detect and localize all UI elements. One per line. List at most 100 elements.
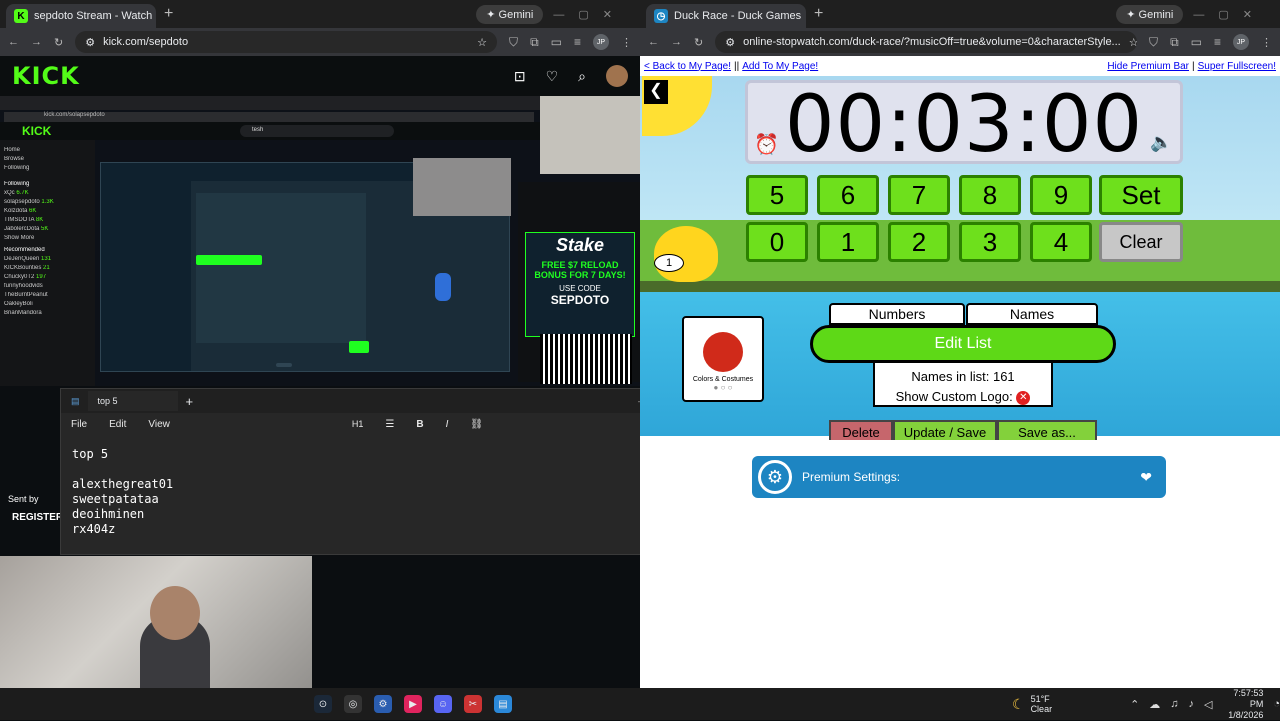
gemini-button[interactable]: ✦ Gemini bbox=[1116, 4, 1184, 24]
tab-search-icon[interactable]: ≡ bbox=[1214, 35, 1221, 50]
back-icon[interactable]: ← bbox=[648, 36, 659, 48]
set-button[interactable]: Set bbox=[1099, 175, 1183, 215]
reload-icon[interactable]: ↻ bbox=[694, 36, 703, 49]
profile-avatar[interactable]: JP bbox=[593, 34, 609, 50]
inner-url: kick.com/solapsepdoto bbox=[4, 112, 534, 122]
gemini-button[interactable]: ✦ Gemini bbox=[476, 4, 544, 24]
cast-icon[interactable]: ▭ bbox=[1191, 35, 1202, 50]
text-line: sweetpatataa bbox=[72, 492, 159, 506]
close-x-icon[interactable]: ✕ bbox=[1016, 390, 1031, 405]
chevron-down-icon[interactable]: ❤ bbox=[1140, 469, 1152, 486]
notepad-tab[interactable]: top 5 bbox=[87, 391, 178, 411]
key-2[interactable]: 2 bbox=[888, 222, 950, 262]
new-tab-button[interactable]: + bbox=[814, 5, 823, 23]
bold-icon[interactable]: B bbox=[416, 419, 423, 430]
following-item: solapsepdoto 1.3K bbox=[4, 199, 54, 205]
stake-car bbox=[435, 273, 451, 301]
reload-icon[interactable]: ↻ bbox=[54, 36, 63, 49]
speaker-icon[interactable]: ♪ bbox=[1189, 698, 1195, 711]
snipping-app-icon[interactable]: ✂ bbox=[464, 695, 482, 713]
key-6[interactable]: 6 bbox=[817, 175, 879, 215]
new-tab-button[interactable]: + bbox=[186, 394, 194, 409]
key-9[interactable]: 9 bbox=[1030, 175, 1092, 215]
back-icon[interactable]: ← bbox=[8, 36, 19, 48]
notifications-icon[interactable]: ◔ bbox=[1273, 698, 1280, 710]
steam-app-icon[interactable]: ⊙ bbox=[314, 695, 332, 713]
stream-video[interactable]: kick.com/solapsepdoto KICK tesh Home Bro… bbox=[0, 96, 640, 386]
menu-dots-icon[interactable]: ⋮ bbox=[1261, 36, 1272, 49]
tab-search-icon[interactable]: ≡ bbox=[574, 35, 581, 50]
forward-icon[interactable]: → bbox=[671, 36, 682, 48]
volume-icon[interactable]: ◁ bbox=[1204, 698, 1212, 711]
kick-logo[interactable]: KICK bbox=[12, 62, 80, 90]
colors-costumes-card[interactable]: Colors & Costumes ● ○ ○ bbox=[682, 316, 764, 402]
key-4[interactable]: 4 bbox=[1030, 222, 1092, 262]
site-info-icon: ⚙ bbox=[725, 36, 736, 49]
menu-edit[interactable]: Edit bbox=[109, 419, 126, 430]
address-bar[interactable]: ⚙ kick.com/sepdoto ☆ bbox=[75, 31, 498, 53]
forward-icon[interactable]: → bbox=[31, 36, 42, 48]
edit-list-button[interactable]: Edit List bbox=[810, 325, 1116, 363]
key-8[interactable]: 8 bbox=[959, 175, 1021, 215]
text-line: alexthegreat01 bbox=[72, 477, 174, 491]
tab-names[interactable]: Names bbox=[966, 303, 1098, 325]
premium-settings-bar[interactable]: ⚙ Premium Settings: ❤ bbox=[752, 456, 1166, 498]
cast-icon[interactable]: ▭ bbox=[551, 35, 562, 50]
window-controls[interactable]: —▢✕ bbox=[1193, 8, 1266, 21]
stake-ad-banner: Stake FREE $7 RELOAD BONUS FOR 7 DAYS! U… bbox=[525, 232, 635, 337]
super-fullscreen-link[interactable]: Super Fullscreen! bbox=[1198, 61, 1276, 72]
new-tab-button[interactable]: + bbox=[164, 5, 173, 23]
media-app-icon[interactable]: ▶ bbox=[404, 695, 422, 713]
italic-icon[interactable]: I bbox=[446, 419, 449, 430]
user-avatar[interactable] bbox=[606, 65, 628, 87]
heading-select[interactable]: H1 bbox=[352, 419, 364, 429]
key-7[interactable]: 7 bbox=[888, 175, 950, 215]
notepad-text-area[interactable]: top 5 alexthegreat01 sweetpatataa deoihm… bbox=[61, 435, 731, 537]
heart-icon[interactable]: ♡ bbox=[546, 68, 559, 85]
weather-widget[interactable]: ☾ 51°F Clear bbox=[1012, 694, 1052, 714]
clock[interactable]: 7:57:53 PM 1/8/2026 bbox=[1227, 688, 1263, 721]
tab-numbers[interactable]: Numbers bbox=[829, 303, 965, 325]
sound-icon[interactable]: 🔈 bbox=[1150, 132, 1172, 153]
search-icon[interactable]: ⌕ bbox=[578, 68, 586, 85]
menu-dots-icon[interactable]: ⋮ bbox=[621, 36, 632, 49]
notepad-app-icon[interactable]: ▤ bbox=[494, 695, 512, 713]
tray-chevron-icon[interactable]: ⌃ bbox=[1130, 698, 1139, 711]
link-icon[interactable]: ⛓ bbox=[470, 419, 483, 430]
hide-premium-bar-link[interactable]: Hide Premium Bar bbox=[1107, 61, 1189, 72]
add-to-my-page-link[interactable]: Add To My Page! bbox=[742, 61, 818, 72]
url-text: online-stopwatch.com/duck-race/?musicOff… bbox=[743, 36, 1121, 48]
list-icon[interactable]: ☰ bbox=[385, 419, 394, 430]
back-to-my-page-link[interactable]: < Back to My Page! bbox=[644, 61, 731, 72]
key-5[interactable]: 5 bbox=[746, 175, 808, 215]
url-text: kick.com/sepdoto bbox=[103, 36, 189, 48]
tab-kick-stream[interactable]: K sepdoto Stream - Watch Li 🔊 ✕ bbox=[6, 4, 156, 28]
bookmark-star-icon[interactable]: ☆ bbox=[477, 36, 487, 49]
discord-app-icon[interactable]: ☺ bbox=[434, 695, 452, 713]
key-1[interactable]: 1 bbox=[817, 222, 879, 262]
window-controls[interactable]: —▢✕ bbox=[553, 8, 626, 21]
shield-icon[interactable]: ⛉ bbox=[509, 35, 518, 50]
key-0[interactable]: 0 bbox=[746, 222, 808, 262]
alarm-clock-icon[interactable]: ⏰ bbox=[754, 132, 779, 157]
recommended-item: TheBurntPeanut bbox=[4, 292, 48, 298]
network-icon[interactable]: ☁ bbox=[1149, 698, 1160, 711]
profile-avatar[interactable]: JP bbox=[1233, 34, 1249, 50]
clear-button[interactable]: Clear bbox=[1099, 222, 1183, 262]
obs-app-icon[interactable]: ◎ bbox=[344, 695, 362, 713]
menu-view[interactable]: View bbox=[148, 419, 170, 430]
extensions-icon[interactable]: ⧉ bbox=[530, 35, 539, 50]
menu-file[interactable]: File bbox=[71, 419, 87, 430]
address-bar[interactable]: ⚙ online-stopwatch.com/duck-race/?musicO… bbox=[715, 31, 1138, 53]
extensions-icon[interactable]: ⧉ bbox=[1170, 35, 1179, 50]
tab-duck-race[interactable]: ◷ Duck Race - Duck Games ✕ bbox=[646, 4, 806, 28]
browse-icon[interactable]: ⊡ bbox=[514, 68, 526, 85]
bookmark-star-icon[interactable]: ☆ bbox=[1129, 36, 1137, 49]
register-label: REGISTER bbox=[12, 512, 64, 523]
back-arrow-icon[interactable]: ❮ bbox=[644, 80, 668, 104]
mic-icon[interactable]: ♫ bbox=[1170, 698, 1178, 711]
key-3[interactable]: 3 bbox=[959, 222, 1021, 262]
carousel-dots[interactable]: ● ○ ○ bbox=[684, 383, 762, 392]
shield-icon[interactable]: ⛉ bbox=[1149, 35, 1158, 50]
settings-app-icon[interactable]: ⚙ bbox=[374, 695, 392, 713]
